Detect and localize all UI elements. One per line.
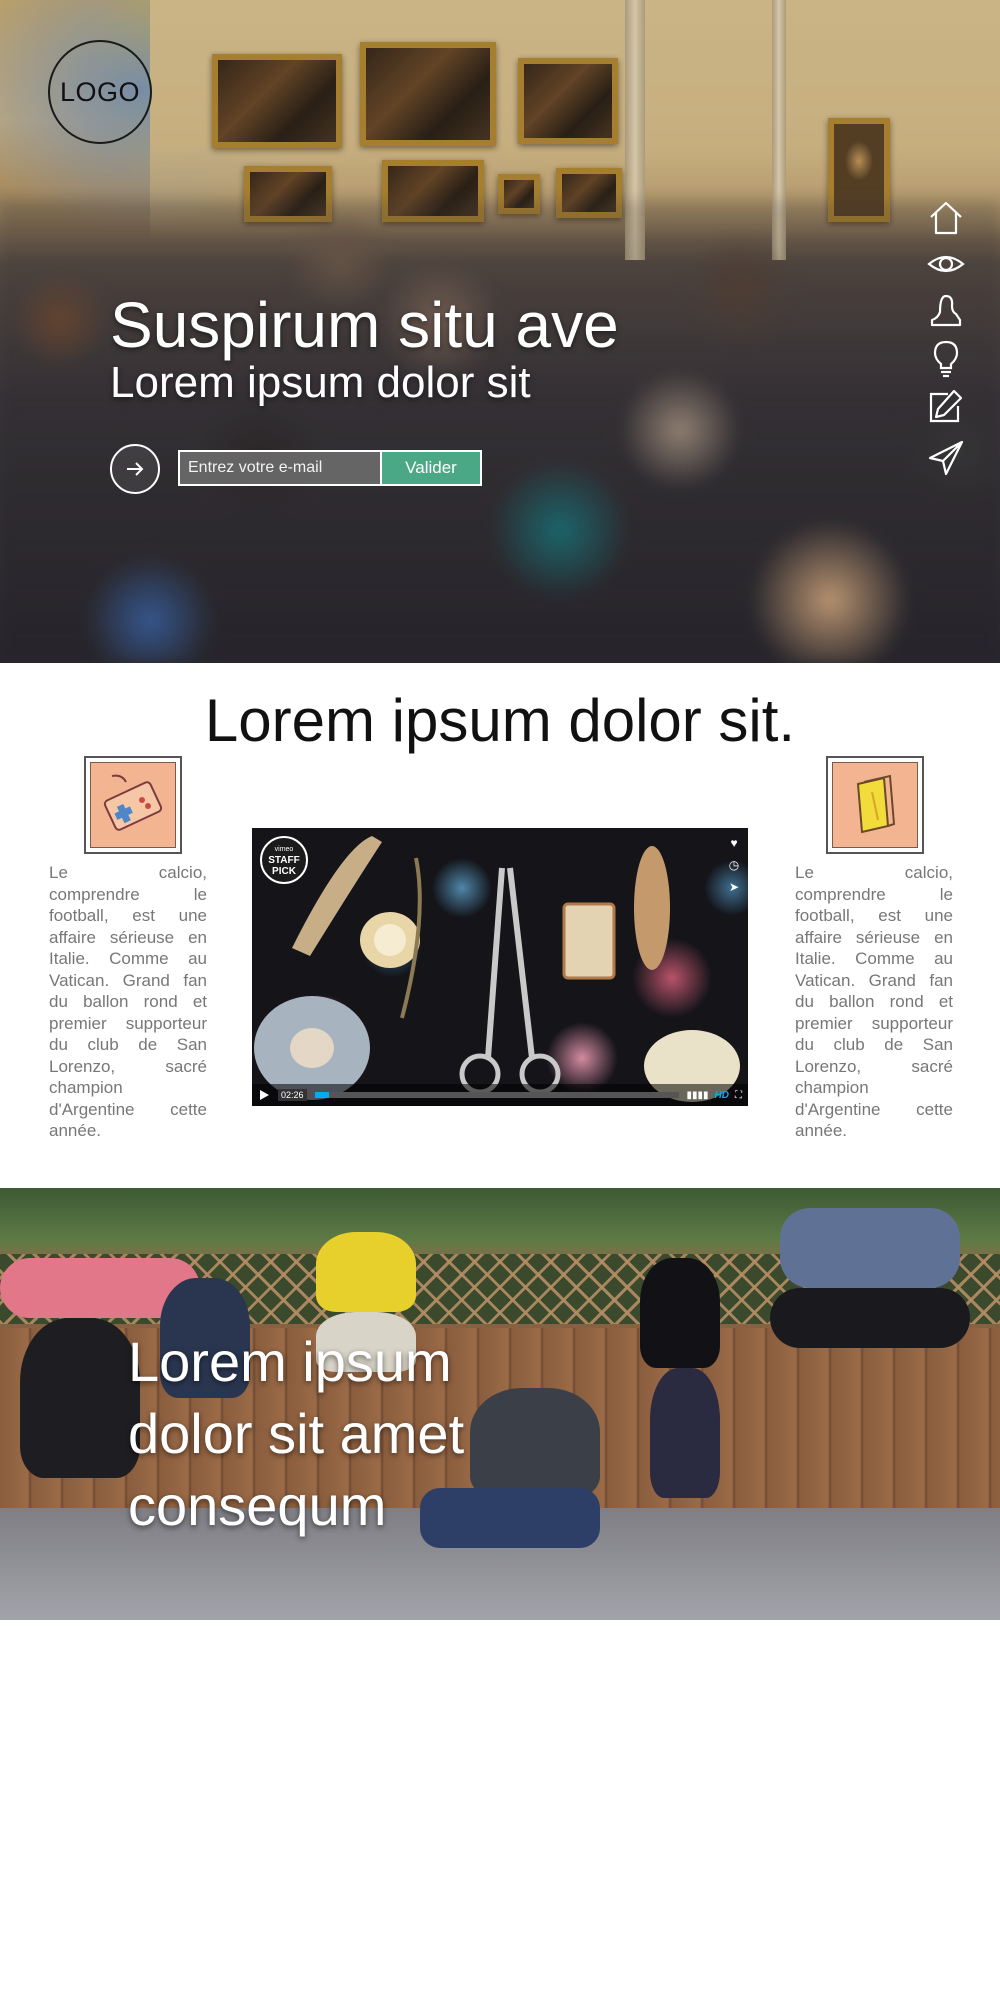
edit-icon: [929, 389, 963, 423]
email-input[interactable]: [178, 450, 380, 486]
dancer: [20, 1318, 140, 1478]
go-arrow-button[interactable]: [110, 444, 160, 494]
send-icon: [928, 440, 964, 476]
lightbulb-icon: [933, 340, 959, 378]
nav-send[interactable]: [924, 436, 968, 480]
nav-edit[interactable]: [924, 384, 968, 428]
video-player[interactable]: vimeo STAFF PICK ♥ ◷ ➤ 02:26 ▮▮▮▮ HD ⛶: [252, 828, 748, 1106]
nav-home[interactable]: [924, 196, 968, 240]
dancer: [780, 1208, 960, 1288]
like-icon[interactable]: ♥: [726, 836, 742, 850]
feature-icon-right: [826, 756, 924, 854]
share-icon[interactable]: ➤: [726, 880, 742, 894]
home-icon: [930, 201, 962, 235]
video-time: 02:26: [278, 1089, 307, 1101]
logo[interactable]: LOGO: [48, 40, 152, 144]
banner-title: Lorem ipsum dolor sit amet consequm: [128, 1330, 465, 1537]
video-progress-fill: [314, 1092, 330, 1098]
nav-bust[interactable]: [924, 288, 968, 332]
hero-section: LOGO Suspirum situ ave Lorem ipsum dolor…: [0, 0, 1000, 663]
game-controller-icon: [103, 774, 163, 831]
submit-button[interactable]: Valider: [380, 450, 482, 486]
video-progress-bar[interactable]: [314, 1092, 679, 1098]
arrow-right-icon: [127, 462, 144, 476]
play-icon: [260, 1090, 269, 1100]
feature-icon-left: [84, 756, 182, 854]
dancer: [650, 1368, 720, 1498]
feature-text-left: Le calcio, comprendre le football, est u…: [49, 863, 207, 1140]
dancer: [770, 1288, 970, 1348]
bust-icon: [930, 294, 962, 327]
video-side-controls: ♥ ◷ ➤: [726, 836, 742, 902]
dancer: [316, 1232, 416, 1312]
clock-icon[interactable]: ◷: [726, 858, 742, 872]
nav-eye[interactable]: [924, 242, 968, 286]
book-icon: [856, 774, 896, 834]
feature-text-right: Le calcio, comprendre le football, est u…: [795, 863, 953, 1140]
hero-title: Suspirum situ ave: [110, 289, 619, 361]
volume-icon[interactable]: ▮▮▮▮: [687, 1090, 709, 1101]
staff-pick-badge[interactable]: vimeo STAFF PICK: [260, 836, 308, 884]
dancer: [640, 1258, 720, 1368]
eye-icon: [927, 255, 965, 273]
fullscreen-icon[interactable]: ⛶: [735, 1090, 742, 1101]
video-frame: [254, 836, 740, 1102]
nav-idea[interactable]: [924, 336, 968, 380]
hero-subtitle: Lorem ipsum dolor sit: [110, 358, 531, 407]
video-control-bar: 02:26 ▮▮▮▮ HD ⛶: [252, 1084, 748, 1106]
hd-button[interactable]: HD: [715, 1090, 729, 1101]
play-button[interactable]: [252, 1084, 276, 1106]
section-title: Lorem ipsum dolor sit.: [204, 687, 796, 754]
